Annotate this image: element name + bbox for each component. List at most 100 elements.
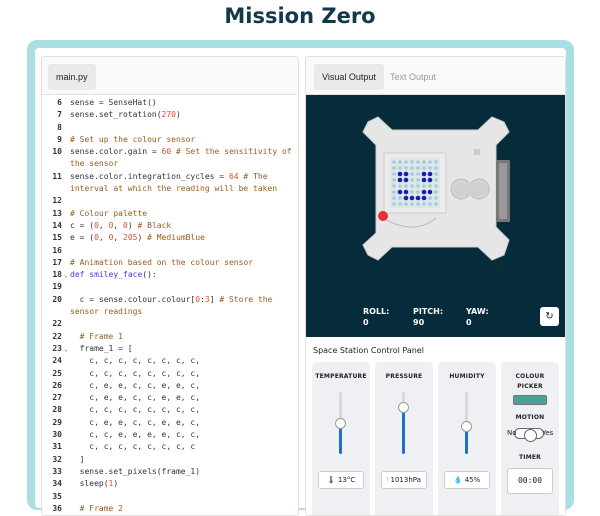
- pressure-slider[interactable]: [398, 392, 409, 454]
- code-text[interactable]: frame_1 = [: [70, 343, 295, 355]
- code-line[interactable]: 13 # Colour palette: [42, 208, 298, 220]
- code-line[interactable]: 29 c, e, e, c, c, e, e, c,: [42, 417, 298, 429]
- code-line[interactable]: 36 # Frame 2: [42, 503, 298, 515]
- led-pixel: [416, 184, 420, 188]
- code-line[interactable]: 17 # Animation based on the colour sensor: [42, 257, 298, 269]
- colour-picker-swatch[interactable]: [513, 395, 547, 405]
- led-pixel: [404, 202, 408, 206]
- code-text[interactable]: # Colour palette: [70, 208, 295, 220]
- code-text[interactable]: ]: [70, 454, 295, 466]
- code-text[interactable]: [70, 122, 295, 134]
- slider-thumb[interactable]: [335, 418, 346, 429]
- code-line[interactable]: 9 # Set up the colour sensor: [42, 134, 298, 146]
- code-line[interactable]: 25 c, c, c, c, c, c, c, c,: [42, 368, 298, 380]
- code-text[interactable]: c = (0, 0, 0) # Black: [70, 220, 295, 232]
- code-text[interactable]: # Set up the colour sensor: [70, 134, 295, 146]
- code-line[interactable]: 15 e = (0, 0, 205) # MediumBlue: [42, 232, 298, 244]
- code-text[interactable]: [70, 195, 295, 207]
- code-line[interactable]: 24 c, c, c, c, c, c, c, c,: [42, 355, 298, 367]
- code-line[interactable]: 27 c, e, e, c, c, e, e, c,: [42, 392, 298, 404]
- code-text[interactable]: c, e, e, c, c, e, e, c,: [70, 380, 295, 392]
- code-text[interactable]: # Frame 1: [70, 331, 295, 343]
- code-text[interactable]: # Frame 2: [70, 503, 295, 515]
- code-line[interactable]: 23 ⌄ frame_1 = [: [42, 343, 298, 355]
- code-text[interactable]: [70, 491, 295, 503]
- code-line[interactable]: 16: [42, 245, 298, 257]
- code-text[interactable]: [70, 281, 295, 293]
- code-text[interactable]: # Animation based on the colour sensor: [70, 257, 295, 269]
- code-editor[interactable]: main.py 6 sense = SenseHat() 7 sense.set_ro…: [41, 56, 299, 516]
- code-line[interactable]: 32 ]: [42, 454, 298, 466]
- line-number: 14: [52, 220, 62, 230]
- code-text[interactable]: sense.color.gain = 60 # Set the sensitiv…: [70, 146, 295, 171]
- code-line[interactable]: 20 c = sense.colour.colour[0:3] # Store …: [42, 294, 298, 319]
- fold-icon[interactable]: ⌄: [62, 343, 70, 355]
- code-text[interactable]: c, c, c, c, c, c, c, c,: [70, 368, 295, 380]
- code-text[interactable]: sense.color.integration_cycles = 64 # Th…: [70, 171, 295, 196]
- led-pixel: [398, 184, 402, 188]
- code-text[interactable]: e = (0, 0, 205) # MediumBlue: [70, 232, 295, 244]
- sense-hat-emulator: ☝ ROLL: 0 PITCH: 90 YAW: 0 ↻: [306, 95, 565, 337]
- temperature-slider[interactable]: [335, 392, 346, 454]
- code-text[interactable]: c, c, c, c, c, c, c, c: [70, 441, 295, 453]
- led-pixel: [421, 171, 427, 177]
- code-line[interactable]: 22: [42, 318, 298, 330]
- tab-text-output[interactable]: Text Output: [382, 64, 444, 90]
- fold-gutter: [62, 355, 70, 367]
- code-text[interactable]: c = sense.colour.colour[0:3] # Store the…: [70, 294, 295, 319]
- line-number: 22: [52, 319, 62, 329]
- code-text[interactable]: def smiley_face():: [70, 269, 295, 281]
- code-line[interactable]: 33 sense.set_pixels(frame_1): [42, 466, 298, 478]
- code-line[interactable]: 18 ⌄ def smiley_face():: [42, 269, 298, 281]
- fold-icon[interactable]: ⌄: [62, 269, 70, 281]
- line-number: 24: [52, 356, 62, 366]
- humidity-slider[interactable]: [461, 392, 472, 454]
- code-line[interactable]: 14 c = (0, 0, 0) # Black: [42, 220, 298, 232]
- line-number: 32: [52, 454, 62, 464]
- code-line[interactable]: 10 sense.color.gain = 60 # Set the sensit…: [42, 146, 298, 171]
- code-text[interactable]: [70, 245, 295, 257]
- code-text[interactable]: sense = SenseHat(): [70, 97, 295, 109]
- code-line[interactable]: 11 sense.color.integration_cycles = 64 # …: [42, 171, 298, 196]
- motion-toggle[interactable]: No Yes: [507, 426, 553, 442]
- code-line[interactable]: 34 sleep(1): [42, 478, 298, 490]
- code-line[interactable]: 35: [42, 491, 298, 503]
- led-pixel: [392, 160, 396, 164]
- code-line[interactable]: 19: [42, 281, 298, 293]
- code-text[interactable]: c, c, c, c, c, c, c, c,: [70, 404, 295, 416]
- slider-thumb[interactable]: [461, 421, 472, 433]
- tab-visual-output[interactable]: Visual Output: [314, 64, 384, 90]
- line-number: 11: [52, 171, 62, 181]
- code-line[interactable]: 26 c, e, e, c, c, e, e, c,: [42, 380, 298, 392]
- code-line[interactable]: 8: [42, 122, 298, 134]
- code-line[interactable]: 7 sense.set_rotation(270): [42, 109, 298, 121]
- refresh-button[interactable]: ↻: [540, 307, 559, 326]
- code-text[interactable]: sense.set_rotation(270): [70, 109, 295, 121]
- fold-gutter: [62, 134, 70, 146]
- slider-thumb[interactable]: [398, 401, 409, 413]
- code-line[interactable]: 28 c, c, c, c, c, c, c, c,: [42, 404, 298, 416]
- app-panel: main.py 6 sense = SenseHat() 7 sense.set_ro…: [35, 48, 566, 516]
- code-text[interactable]: [70, 318, 295, 330]
- code-text[interactable]: c, c, e, e, e, e, c, c,: [70, 429, 295, 441]
- code-area[interactable]: 6 sense = SenseHat() 7 sense.set_rotation(2…: [42, 97, 298, 515]
- led-pixel: [410, 184, 414, 188]
- file-tab[interactable]: main.py: [48, 64, 96, 90]
- led-matrix: [390, 158, 440, 208]
- code-text[interactable]: sense.set_pixels(frame_1): [70, 466, 295, 478]
- code-line[interactable]: 31 c, c, c, c, c, c, c, c: [42, 441, 298, 453]
- code-line[interactable]: 6 sense = SenseHat(): [42, 97, 298, 109]
- code-line[interactable]: 22 # Frame 1: [42, 331, 298, 343]
- line-number: 16: [52, 245, 62, 255]
- refresh-icon: ↻: [545, 311, 554, 322]
- pressure-icon: ᵎ: [387, 476, 389, 484]
- code-text[interactable]: c, c, c, c, c, c, c, c,: [70, 355, 295, 367]
- code-text[interactable]: sleep(1): [70, 478, 295, 490]
- code-text[interactable]: c, e, e, c, c, e, e, c,: [70, 392, 295, 404]
- temperature-card: TEMPERATURE 🌡 13°C: [312, 362, 370, 515]
- colour-label: COLOUR: [515, 373, 545, 380]
- code-line[interactable]: 12: [42, 195, 298, 207]
- code-line[interactable]: 30 c, c, e, e, e, e, c, c,: [42, 429, 298, 441]
- fold-gutter: [62, 491, 70, 503]
- code-text[interactable]: c, e, e, c, c, e, e, c,: [70, 417, 295, 429]
